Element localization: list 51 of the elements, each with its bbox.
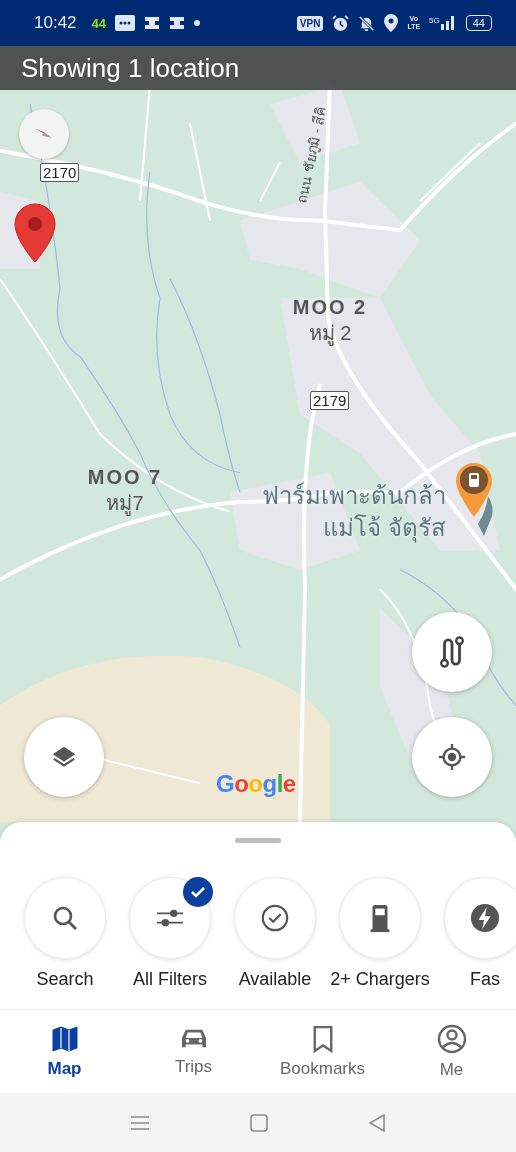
my-location-icon [438, 743, 466, 771]
place-label: หมู่ 2 [308, 321, 352, 346]
app-notification-icon [169, 16, 185, 30]
filter-button[interactable] [339, 877, 421, 959]
nav-tab[interactable]: Me [387, 1010, 516, 1093]
alarm-icon [332, 14, 350, 32]
vpn-indicator: VPN [296, 15, 324, 31]
filter-button[interactable] [234, 877, 316, 959]
poi-label[interactable]: ฟาร์มเพาะต้นกล้า [262, 480, 446, 512]
route-icon [437, 635, 467, 669]
signal-indicator: 5G [429, 16, 457, 30]
charger-icon [368, 903, 392, 933]
home-icon[interactable] [250, 1113, 268, 1132]
nav-tab[interactable]: Bookmarks [258, 1010, 387, 1093]
road-name-label: ถนน ชัยภูมิ - สีคิ [292, 104, 331, 206]
back-icon[interactable] [368, 1113, 386, 1132]
filter-button[interactable] [129, 877, 211, 959]
nav-tab[interactable]: Map [0, 1010, 129, 1093]
place-label: หมู่7 [106, 491, 144, 516]
place-label: MOO 7 [87, 465, 163, 490]
road-number-sign: 2179 [310, 391, 350, 410]
map-view[interactable]: Showing 1 location 2170 2179 ถนน ชัยภูมิ - สีคิ MOO 2 หมู่ 2 MOO 7 หมู่7 ฟาร์มเพาะต้นกล้า แม่โจ้ จัตุรัส Google [0, 46, 516, 822]
battery-indicator: 44 [465, 15, 492, 31]
clock-time: 10:42 [34, 13, 77, 33]
check-circle-icon [260, 903, 290, 933]
filter-label: All Filters [133, 969, 207, 990]
profile-icon [436, 1023, 467, 1054]
location-pin-icon[interactable] [13, 202, 57, 264]
filter-label: Search [36, 969, 94, 990]
filter-button[interactable] [444, 877, 516, 959]
bookmark-icon [311, 1024, 334, 1053]
map-icon [50, 1024, 79, 1053]
google-logo: Google [216, 770, 296, 798]
results-banner: Showing 1 location [0, 46, 516, 90]
data-usage-label: 44 [91, 15, 106, 31]
search-icon [51, 904, 79, 932]
charger-pin-icon[interactable] [454, 461, 494, 519]
bell-muted-icon [358, 14, 376, 32]
location-pin-icon [384, 14, 399, 32]
place-label: MOO 2 [292, 295, 368, 320]
nav-tab[interactable]: Trips [129, 1010, 258, 1093]
dot-icon [194, 20, 200, 26]
message-icon [115, 15, 135, 31]
app-notification-icon [144, 16, 160, 30]
filter-label: 2+ Chargers [330, 969, 430, 990]
drag-handle[interactable] [235, 838, 281, 843]
poi-label[interactable]: แม่โจ้ จัตุรัส [323, 512, 446, 544]
bolt-icon [470, 903, 500, 933]
filter-label: Fas [470, 969, 500, 990]
filter-label: Available [238, 969, 312, 990]
road-number-sign: 2170 [40, 163, 80, 182]
